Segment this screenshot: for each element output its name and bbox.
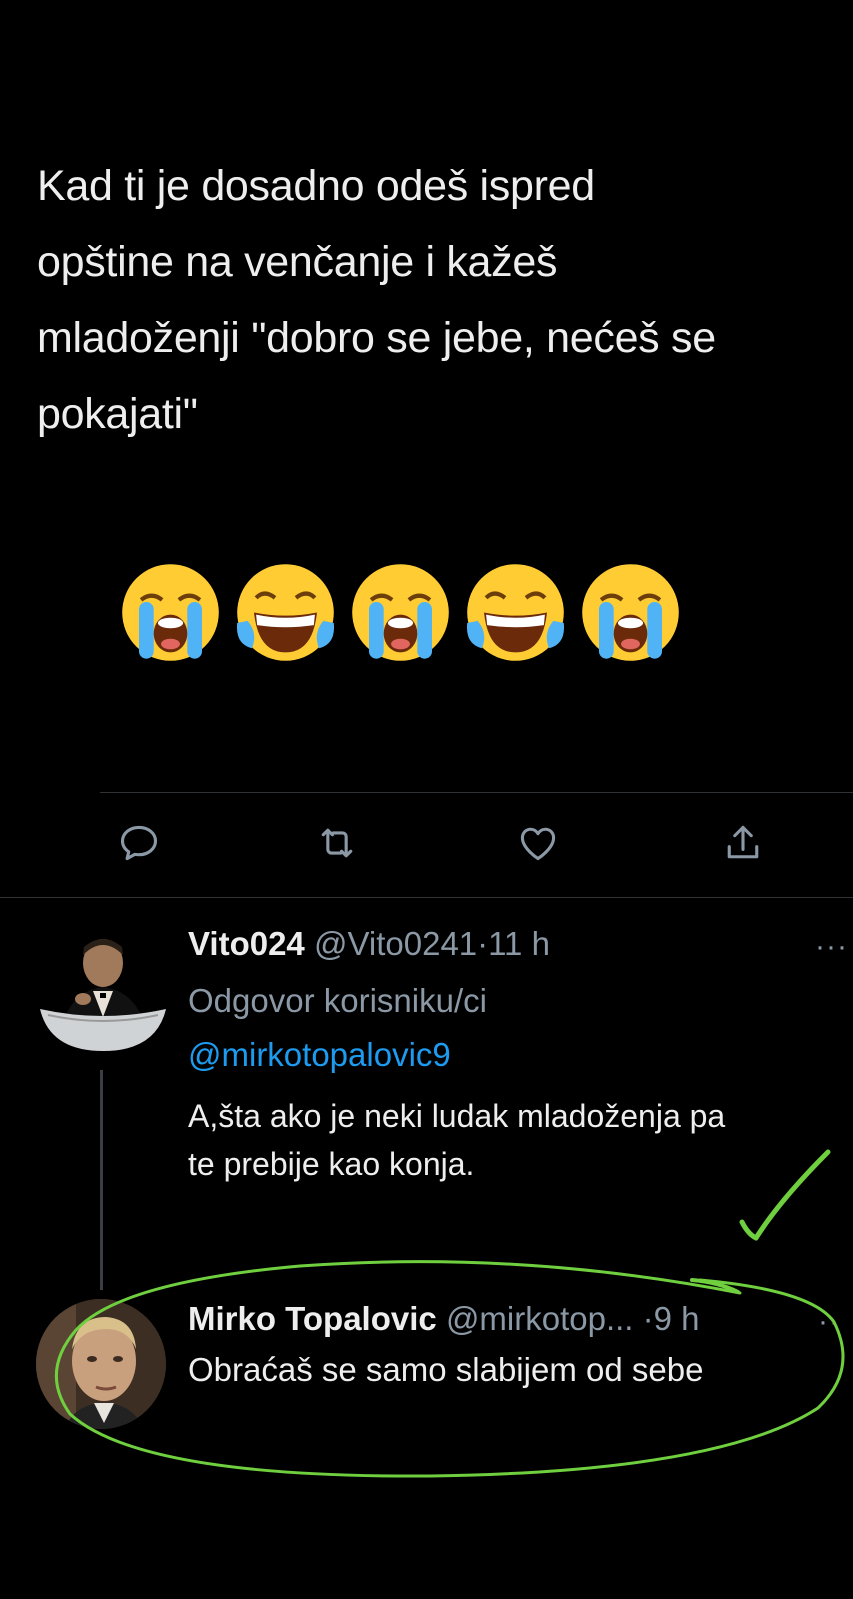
- actions-bottom-divider: [0, 897, 853, 898]
- share-icon: [727, 825, 759, 859]
- like-button[interactable]: [513, 818, 563, 868]
- tweet-text: Kad ti je dosadno odeš ispred opštine na…: [37, 162, 716, 438]
- actions-top-divider: [100, 792, 853, 793]
- heart-icon: [520, 827, 556, 861]
- reply-icon: [120, 825, 158, 861]
- avatar[interactable]: [36, 1299, 166, 1429]
- reply-button[interactable]: [114, 818, 164, 868]
- display-name[interactable]: Vito024: [188, 925, 305, 962]
- reply-header: Mirko Topalovic @mirkotop... ·9 h: [188, 1300, 700, 1338]
- loudly-crying-face-emoji: [122, 564, 219, 661]
- separator-dot: ·: [642, 1300, 654, 1337]
- reply-header: Vito024 @Vito0241·11 h: [188, 925, 550, 963]
- more-options-button[interactable]: ···: [815, 930, 848, 964]
- user-photo: [36, 1299, 166, 1429]
- loudly-crying-face-emoji: [352, 564, 449, 661]
- display-name[interactable]: Mirko Topalovic: [188, 1300, 437, 1337]
- user-photo: [38, 925, 168, 1055]
- tweet-action-bar: [0, 818, 853, 878]
- user-handle[interactable]: @Vito0241: [314, 925, 477, 962]
- timestamp[interactable]: 9 h: [654, 1300, 700, 1337]
- replying-to-label: Odgovor korisniku/ci: [188, 982, 487, 1019]
- share-button[interactable]: [718, 818, 768, 868]
- face-with-tears-of-joy-emoji: [236, 564, 335, 661]
- arrow-annotation: [690, 1278, 740, 1294]
- reply-text: Obraćaš se samo slabijem od sebe: [188, 1351, 704, 1388]
- separator-dot: ·: [477, 925, 489, 962]
- thread-line: [100, 1070, 103, 1290]
- avatar[interactable]: [38, 925, 168, 1055]
- retweet-button[interactable]: [312, 818, 362, 868]
- reply-text: A,šta ako je neki ludak mladoženja pa te…: [188, 1098, 726, 1182]
- more-options-button[interactable]: ··: [818, 1305, 840, 1339]
- user-handle[interactable]: @mirkotop...: [446, 1300, 634, 1337]
- face-with-tears-of-joy-emoji: [466, 564, 565, 661]
- replying-to-handle[interactable]: @mirkotopalovic9: [188, 1036, 451, 1074]
- emoji-row: [118, 560, 683, 670]
- retweet-icon: [321, 828, 353, 858]
- loudly-crying-face-emoji: [582, 564, 679, 661]
- timestamp[interactable]: 11 h: [488, 925, 550, 962]
